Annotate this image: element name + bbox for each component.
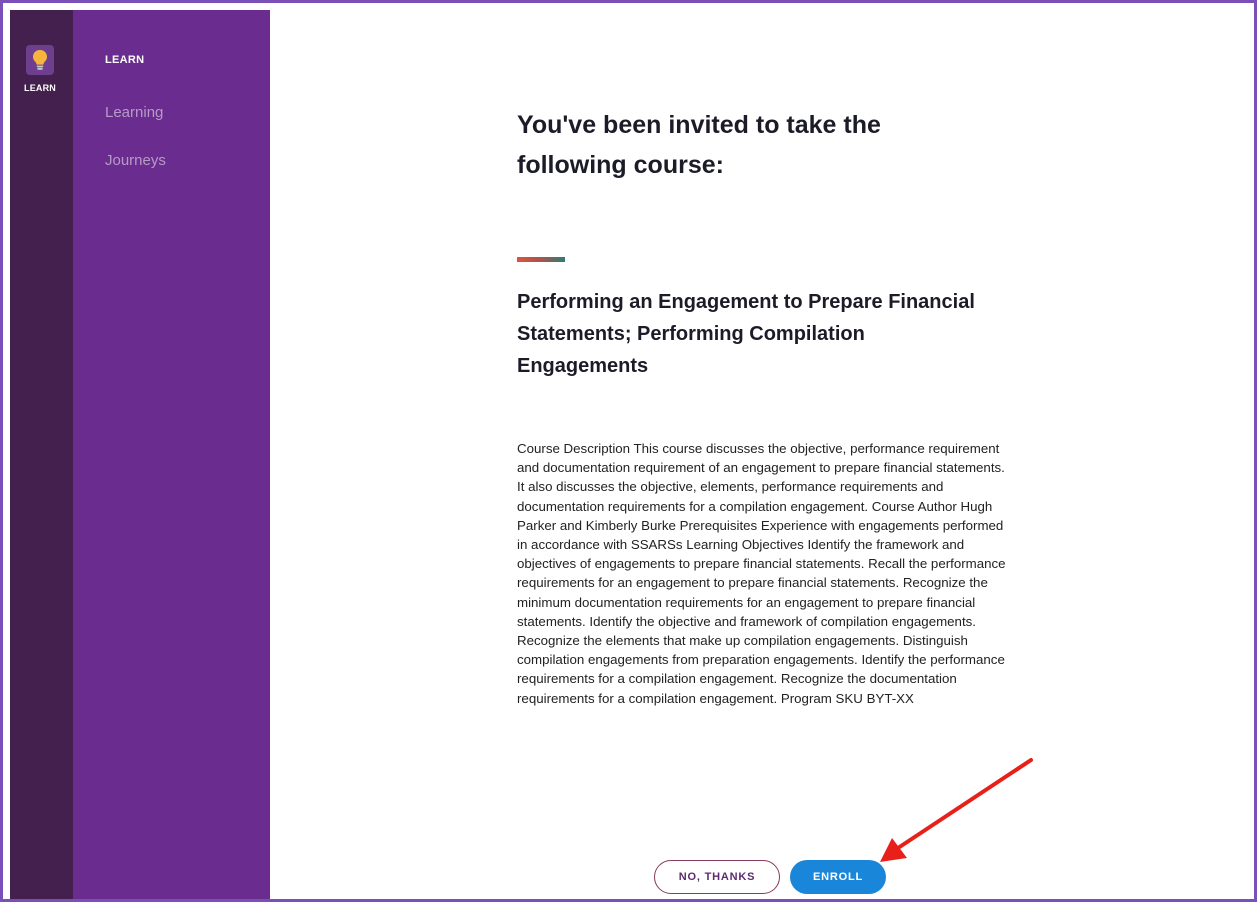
enroll-button[interactable]: ENROLL	[790, 860, 886, 894]
course-title: Performing an Engagement to Prepare Fina…	[517, 291, 975, 377]
invite-actions: NO, THANKS ENROLL	[654, 860, 886, 894]
rail-icon-tile	[26, 45, 54, 75]
lightbulb-icon	[33, 50, 47, 70]
app-frame: LEARN LEARN Learning Journeys You've bee…	[0, 0, 1257, 902]
subnav-heading: LEARN	[105, 54, 145, 66]
rail-item-learn[interactable]: LEARN	[20, 45, 60, 105]
sub-navigation: LEARN Learning Journeys	[73, 10, 270, 899]
subnav-link-learning[interactable]: Learning	[105, 104, 163, 121]
subnav-link-journeys[interactable]: Journeys	[105, 152, 166, 169]
icon-rail: LEARN	[10, 10, 73, 899]
accent-bar	[517, 257, 565, 262]
rail-label-learn: LEARN	[24, 83, 56, 93]
no-thanks-button[interactable]: NO, THANKS	[654, 860, 780, 894]
course-invite-panel: You've been invited to take the followin…	[517, 105, 1007, 708]
invite-heading: You've been invited to take the followin…	[517, 111, 881, 179]
course-description: Course Description This course discusses…	[517, 441, 1006, 706]
main-content: You've been invited to take the followin…	[270, 10, 1254, 899]
